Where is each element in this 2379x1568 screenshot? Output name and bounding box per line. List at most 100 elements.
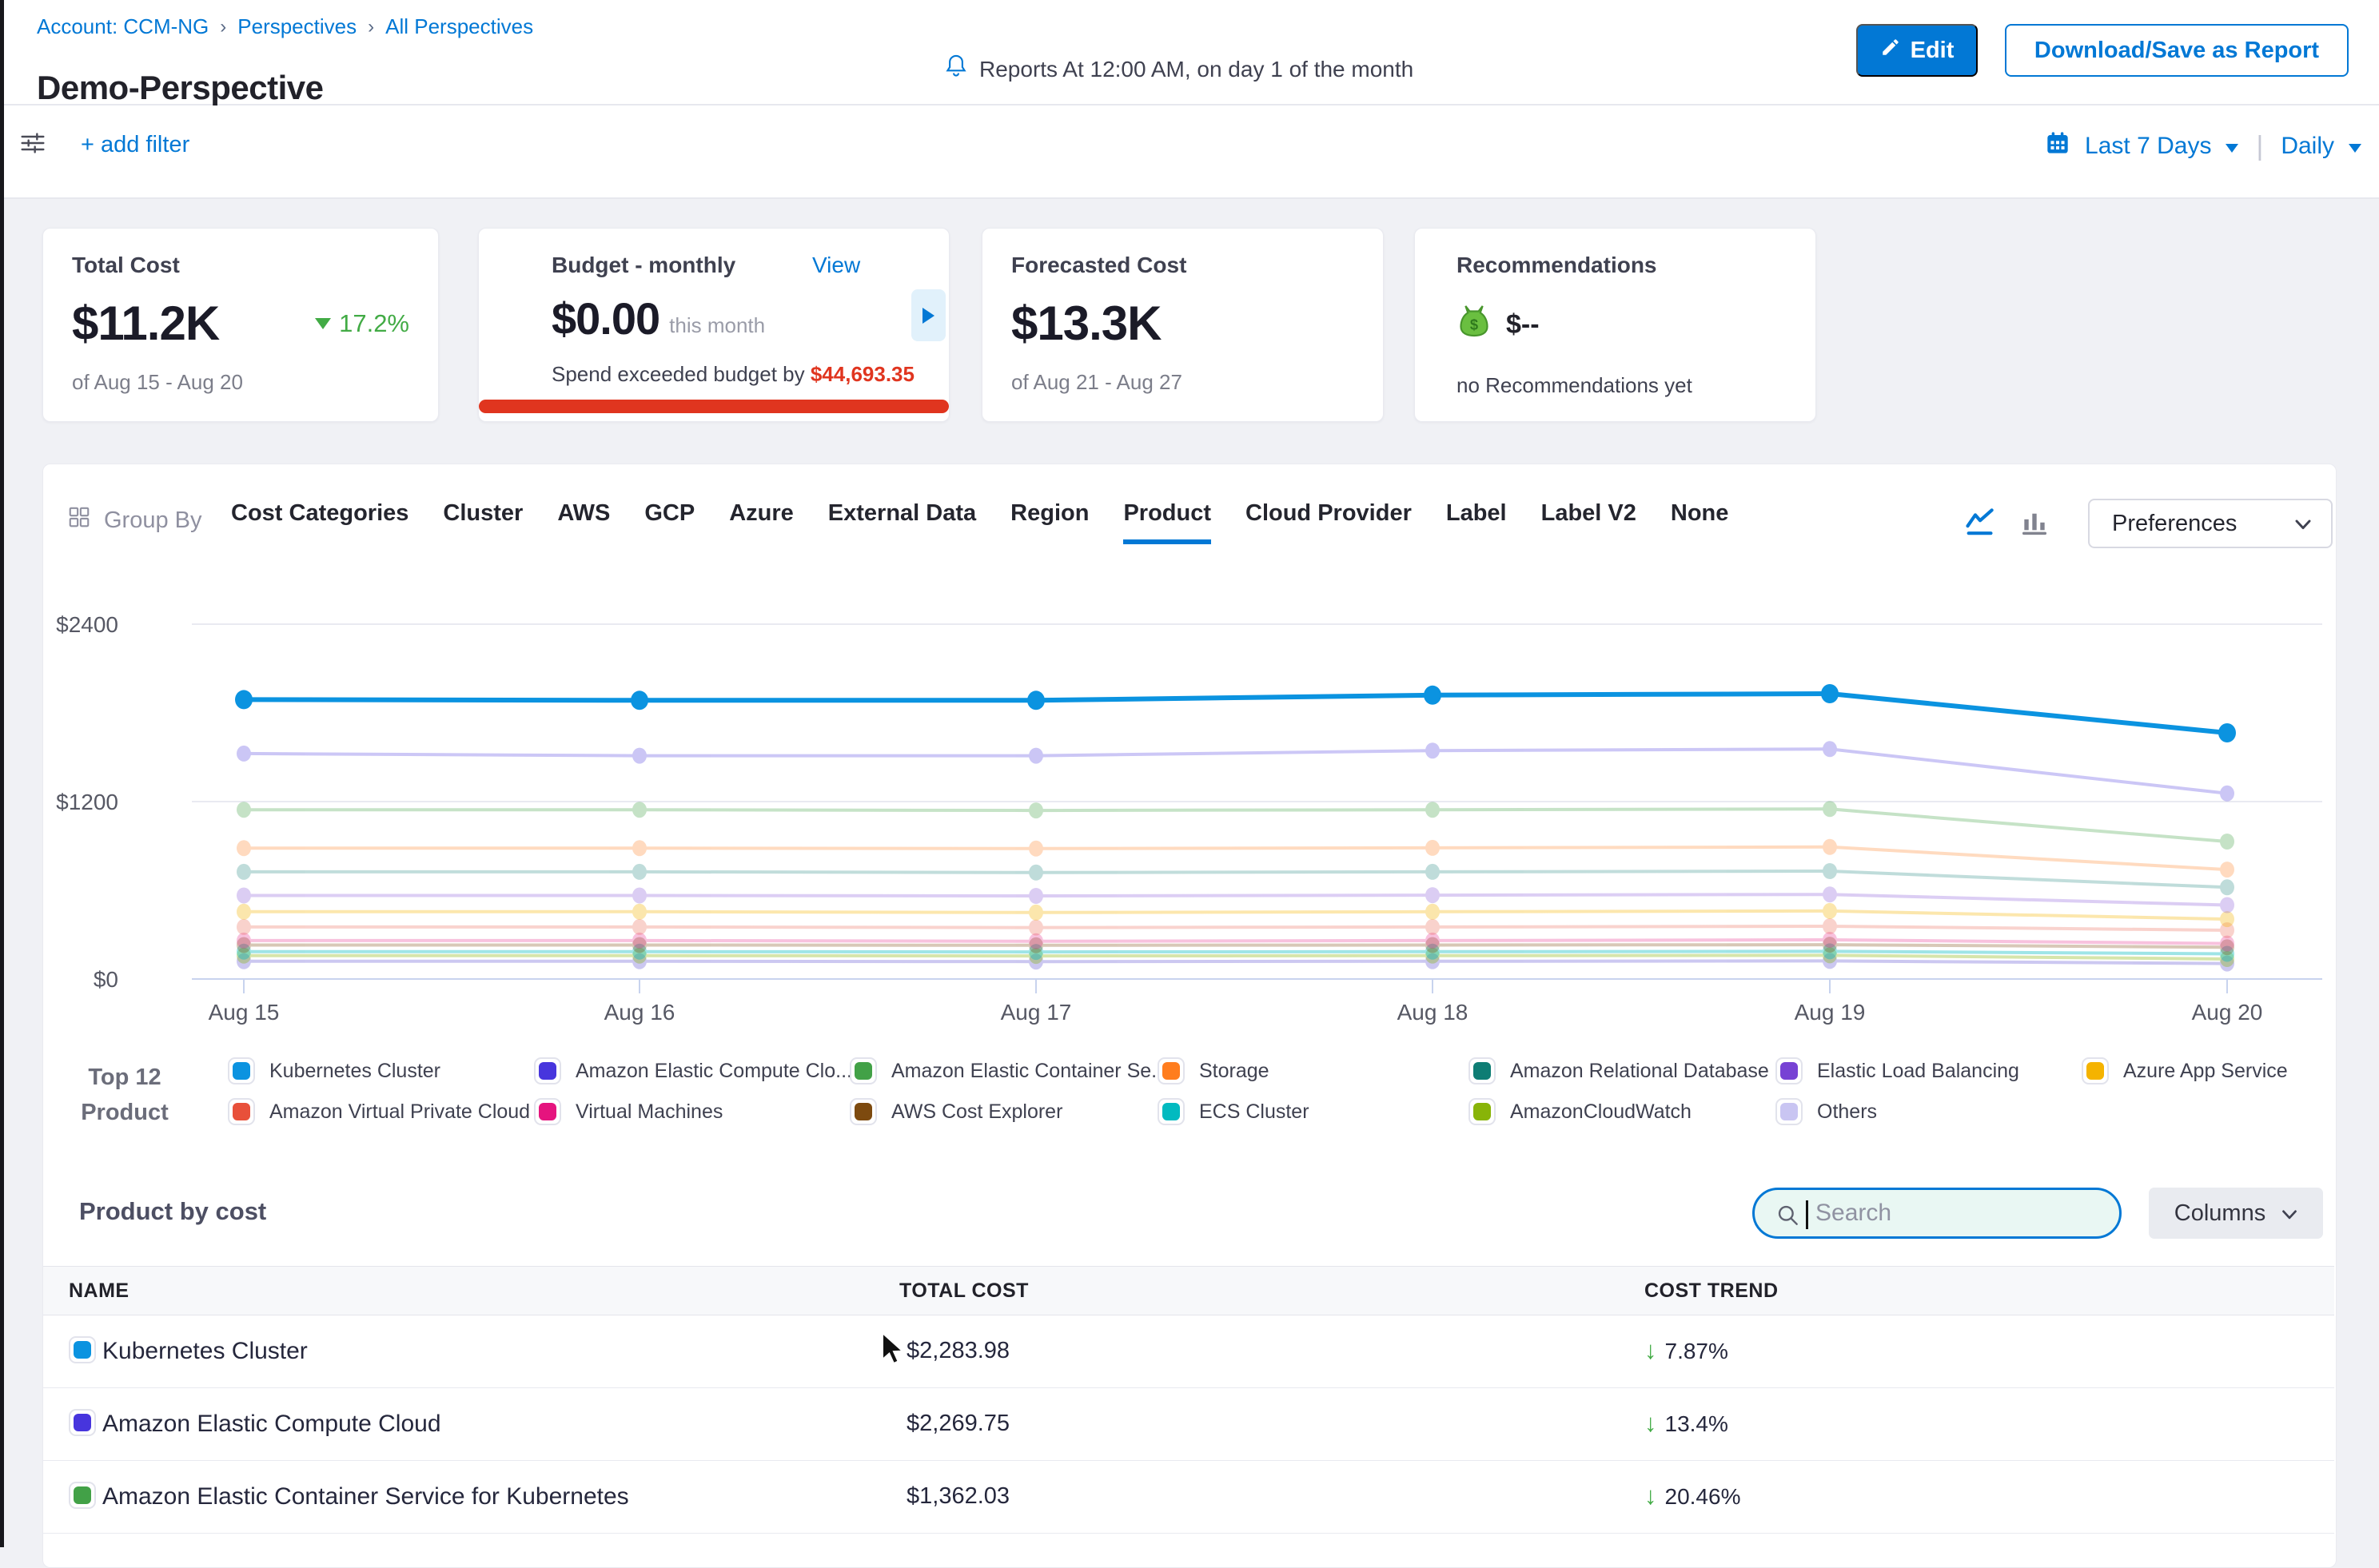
- row-total-cost: $1,362.03: [907, 1483, 1010, 1510]
- row-name: Kubernetes Cluster: [102, 1338, 308, 1365]
- report-schedule[interactable]: Reports At 12:00 AM, on day 1 of the mon…: [944, 53, 1413, 86]
- breadcrumb-all-perspectives[interactable]: All Perspectives: [385, 14, 533, 39]
- arrow-down-icon: ↓: [1644, 1482, 1657, 1510]
- table-body: Kubernetes Cluster$2,283.98↓7.87% Amazon …: [43, 1315, 2334, 1534]
- row-swatch: [69, 1409, 96, 1436]
- budget-view-link[interactable]: View: [812, 253, 860, 278]
- forecasted-cost-value: $13.3K: [1011, 296, 1161, 351]
- legend-item-aws-cost-explorer[interactable]: AWS Cost Explorer: [850, 1098, 1062, 1125]
- svg-text:$: $: [1470, 316, 1478, 332]
- columns-button[interactable]: Columns: [2149, 1188, 2323, 1239]
- legend-item-amazon-virtual-private-cloud[interactable]: Amazon Virtual Private Cloud: [228, 1098, 530, 1125]
- arrow-down-icon: ↓: [1644, 1336, 1657, 1364]
- tab-label-v2[interactable]: Label V2: [1541, 500, 1636, 544]
- legend-label: Kubernetes Cluster: [269, 1060, 440, 1083]
- group-by-label: Group By: [67, 505, 202, 535]
- arrow-down-icon: ↓: [1644, 1409, 1657, 1437]
- row-name: Amazon Elastic Compute Cloud: [102, 1411, 441, 1438]
- legend-title: Top 12 Product: [53, 1060, 197, 1130]
- text-cursor: [1806, 1200, 1808, 1229]
- add-filter-button[interactable]: + add filter: [81, 132, 189, 158]
- breadcrumb: Account: CCM-NG › Perspectives › All Per…: [37, 14, 533, 39]
- tab-cloud-provider[interactable]: Cloud Provider: [1245, 500, 1412, 544]
- legend-item-amazoncloudwatch[interactable]: AmazonCloudWatch: [1468, 1098, 1692, 1125]
- row-swatch: [69, 1482, 96, 1509]
- filter-sliders-icon[interactable]: [20, 129, 46, 161]
- table-row-kubernetes-cluster[interactable]: Kubernetes Cluster$2,283.98↓7.87%: [43, 1315, 2334, 1388]
- search-input[interactable]: [1814, 1193, 2105, 1233]
- tab-aws[interactable]: AWS: [557, 500, 610, 544]
- tab-cost-categories[interactable]: Cost Categories: [231, 500, 408, 544]
- legend-item-others[interactable]: Others: [1775, 1098, 1877, 1125]
- legend-label: Amazon Virtual Private Cloud: [269, 1100, 530, 1124]
- column-header-cost-trend[interactable]: COST TREND: [1644, 1279, 1779, 1303]
- download-button-label: Download/Save as Report: [2034, 38, 2319, 64]
- budget-expand-button[interactable]: [911, 289, 946, 341]
- legend-item-ecs-cluster[interactable]: ECS Cluster: [1158, 1098, 1309, 1125]
- legend-label: Elastic Load Balancing: [1817, 1060, 2019, 1083]
- row-cost-trend: ↓20.46%: [1644, 1482, 1740, 1510]
- row-total-cost: $2,269.75: [907, 1411, 1010, 1437]
- tab-azure[interactable]: Azure: [729, 500, 794, 544]
- bell-icon: [944, 53, 968, 86]
- legend-swatch: [1775, 1057, 1803, 1084]
- breadcrumb-perspectives[interactable]: Perspectives: [237, 14, 357, 39]
- play-icon: [923, 308, 934, 324]
- recommendations-label: Recommendations: [1456, 253, 1791, 278]
- legend-swatch: [1158, 1057, 1185, 1084]
- separator: |: [2256, 131, 2263, 162]
- breadcrumb-separator: ›: [368, 16, 374, 38]
- legend-swatch: [228, 1057, 255, 1084]
- budget-value-suffix: this month: [669, 313, 765, 338]
- legend-label: Amazon Elastic Container Se...: [891, 1060, 1168, 1083]
- legend-swatch: [534, 1098, 561, 1125]
- page-title: Demo-Perspective: [37, 69, 324, 107]
- legend-item-amazon-elastic-compute-clo[interactable]: Amazon Elastic Compute Clo...: [534, 1057, 852, 1084]
- legend-label: Azure App Service: [2123, 1060, 2288, 1083]
- forecasted-cost-label: Forecasted Cost: [1011, 253, 1354, 278]
- bar-chart-toggle-icon[interactable]: [2019, 507, 2050, 540]
- legend-swatch: [850, 1098, 877, 1125]
- tab-external-data[interactable]: External Data: [828, 500, 976, 544]
- download-save-report-button[interactable]: Download/Save as Report: [2005, 24, 2349, 77]
- chevron-down-icon[interactable]: [2349, 144, 2361, 153]
- legend-item-amazon-elastic-container-se[interactable]: Amazon Elastic Container Se...: [850, 1057, 1168, 1084]
- chevron-down-icon[interactable]: [2226, 144, 2238, 153]
- report-schedule-label: Reports At 12:00 AM, on day 1 of the mon…: [979, 57, 1413, 82]
- tab-product[interactable]: Product: [1123, 500, 1211, 544]
- group-by-tabs: Cost Categories Cluster AWS GCP Azure Externa…: [231, 500, 1728, 544]
- budget-value: $0.00: [552, 293, 660, 344]
- granularity-selector[interactable]: Daily: [2281, 133, 2334, 160]
- tab-label[interactable]: Label: [1446, 500, 1507, 544]
- legend-label: Storage: [1199, 1060, 1269, 1083]
- row-cost-trend: ↓7.87%: [1644, 1336, 1728, 1365]
- legend-item-elastic-load-balancing[interactable]: Elastic Load Balancing: [1775, 1057, 2019, 1084]
- preferences-dropdown[interactable]: Preferences: [2088, 499, 2333, 548]
- row-swatch: [69, 1336, 96, 1363]
- tab-region[interactable]: Region: [1010, 500, 1089, 544]
- edit-button[interactable]: Edit: [1856, 24, 1978, 77]
- line-chart-toggle-icon[interactable]: [1963, 507, 1997, 541]
- total-cost-label: Total Cost: [72, 253, 409, 278]
- legend-label: AWS Cost Explorer: [891, 1100, 1062, 1124]
- table-row-amazon-elastic-container-service-for-kubernetes[interactable]: Amazon Elastic Container Service for Kub…: [43, 1461, 2334, 1534]
- tab-none[interactable]: None: [1671, 500, 1729, 544]
- column-header-total-cost[interactable]: TOTAL COST: [899, 1279, 1029, 1303]
- date-range-selector[interactable]: Last 7 Days: [2085, 133, 2211, 160]
- product-by-cost-title: Product by cost: [79, 1197, 266, 1226]
- budget-exceeded-text: Spend exceeded budget by $44,693.35: [552, 362, 933, 387]
- table-row-amazon-elastic-compute-cloud[interactable]: Amazon Elastic Compute Cloud$2,269.75↓13…: [43, 1388, 2334, 1461]
- mouse-cursor: [879, 1331, 911, 1367]
- breadcrumb-account[interactable]: Account: CCM-NG: [37, 14, 209, 39]
- legend-label: Others: [1817, 1100, 1877, 1124]
- legend-swatch: [228, 1098, 255, 1125]
- legend-item-virtual-machines[interactable]: Virtual Machines: [534, 1098, 723, 1125]
- tab-cluster[interactable]: Cluster: [443, 500, 523, 544]
- legend-item-kubernetes-cluster[interactable]: Kubernetes Cluster: [228, 1057, 440, 1084]
- column-header-name[interactable]: NAME: [69, 1279, 130, 1303]
- chevron-down-icon: [2294, 511, 2312, 537]
- legend-item-azure-app-service[interactable]: Azure App Service: [2082, 1057, 2288, 1084]
- legend-item-amazon-relational-database[interactable]: Amazon Relational Database ...: [1468, 1057, 1791, 1084]
- legend-item-storage[interactable]: Storage: [1158, 1057, 1269, 1084]
- tab-gcp[interactable]: GCP: [644, 500, 695, 544]
